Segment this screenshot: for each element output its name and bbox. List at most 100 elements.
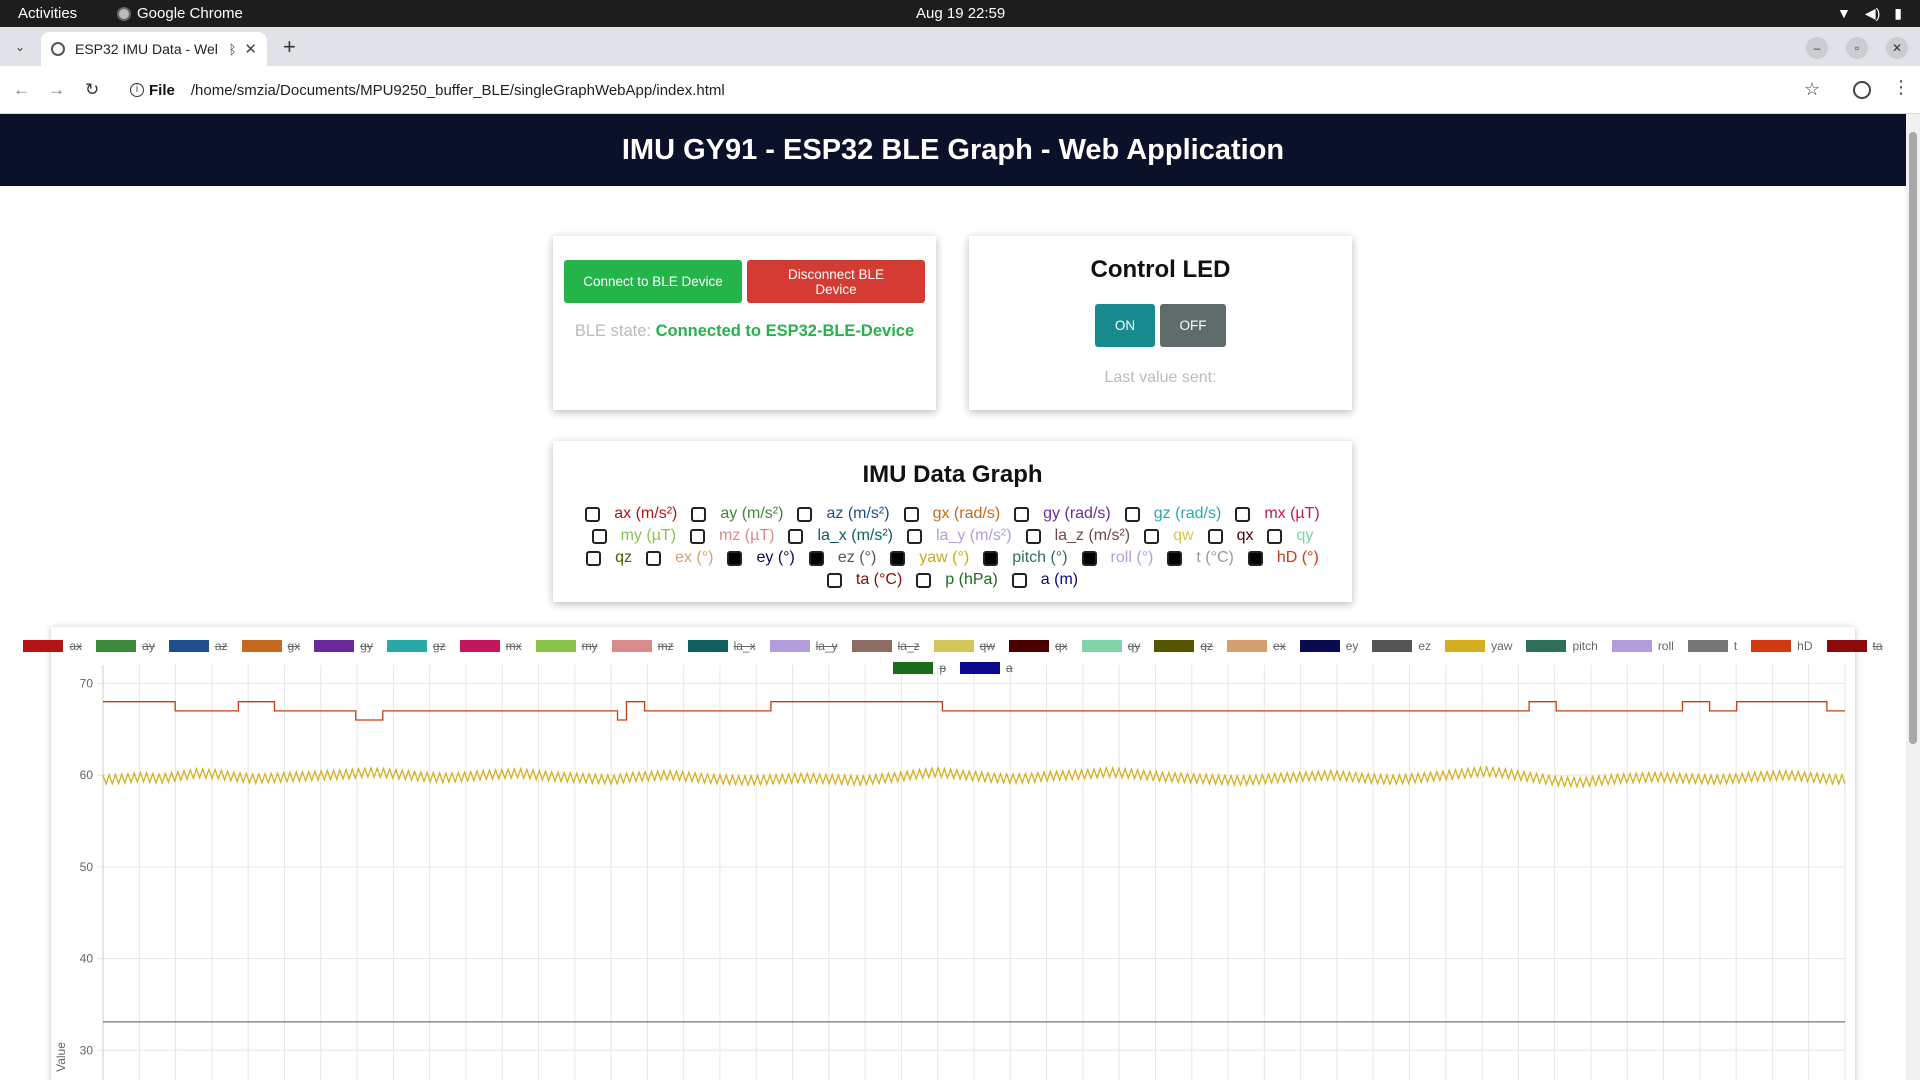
app-menu[interactable]: Google Chrome (117, 5, 243, 22)
scrollbar-thumb[interactable] (1909, 132, 1917, 744)
checkbox[interactable] (690, 528, 706, 544)
legend-item[interactable]: gz (386, 639, 446, 653)
activities-button[interactable]: Activities (18, 5, 77, 22)
series-toggle[interactable]: qx (1207, 525, 1253, 547)
legend-item[interactable]: la_x (687, 639, 756, 653)
legend-item[interactable]: az (168, 639, 228, 653)
series-toggle[interactable]: mx (µT) (1235, 503, 1320, 525)
kebab-menu-icon[interactable]: ⋮ (1892, 77, 1910, 98)
checkbox[interactable] (907, 528, 922, 544)
checkbox[interactable] (1011, 572, 1027, 588)
tab-search-chevron-down-icon[interactable]: ⌄ (9, 36, 31, 58)
checkbox[interactable] (1025, 528, 1041, 544)
legend-item[interactable]: t (1687, 639, 1737, 653)
series-toggle[interactable]: gy (rad/s) (1014, 503, 1111, 525)
legend-item[interactable]: roll (1611, 639, 1674, 653)
checkbox[interactable] (808, 550, 824, 566)
led-on-button[interactable]: ON (1095, 304, 1155, 347)
new-tab-icon[interactable]: + (283, 34, 296, 60)
series-toggle[interactable]: az (m/s²) (797, 503, 890, 525)
checkbox[interactable] (591, 528, 607, 544)
checkbox[interactable] (1144, 528, 1160, 544)
checkbox[interactable] (1167, 550, 1183, 566)
back-icon[interactable]: ← (13, 80, 30, 100)
checkbox[interactable] (585, 506, 601, 522)
legend-item[interactable]: mz (611, 639, 674, 653)
checkbox[interactable] (983, 550, 999, 566)
close-window-icon[interactable]: ✕ (1886, 37, 1908, 59)
legend-item[interactable]: my (535, 639, 598, 653)
info-icon[interactable]: i (130, 83, 144, 97)
checkbox[interactable] (691, 506, 707, 522)
checkbox[interactable] (1207, 528, 1223, 544)
checkbox[interactable] (646, 550, 662, 566)
legend-item[interactable]: hD (1751, 639, 1813, 653)
series-toggle[interactable]: pitch (°) (983, 547, 1068, 569)
close-tab-icon[interactable]: ✕ (244, 40, 257, 58)
series-toggle[interactable]: ex (°) (646, 547, 713, 569)
checkbox[interactable] (826, 572, 842, 588)
address-bar[interactable]: i File /home/smzia/Documents/MPU9250_buf… (122, 74, 1822, 106)
series-toggle[interactable]: ta (°C) (826, 569, 902, 591)
series-toggle[interactable]: qz (586, 547, 632, 569)
checkbox[interactable] (890, 550, 906, 566)
checkbox[interactable] (903, 506, 919, 522)
checkbox[interactable] (1235, 506, 1251, 522)
legend-item[interactable]: ay (96, 639, 155, 653)
legend-item[interactable]: qy (1081, 639, 1140, 653)
checkbox[interactable] (1081, 550, 1097, 566)
legend-item[interactable]: gx (241, 639, 300, 653)
series-toggle[interactable]: gx (rad/s) (903, 503, 1000, 525)
legend-item[interactable]: ax (23, 639, 82, 653)
checkbox[interactable] (1124, 506, 1140, 522)
legend-item[interactable]: pitch (1526, 639, 1598, 653)
legend-item[interactable]: a (960, 661, 1013, 675)
series-toggle[interactable]: la_y (m/s²) (907, 525, 1012, 547)
checkbox[interactable] (727, 550, 743, 566)
legend-item[interactable]: ex (1227, 639, 1286, 653)
series-toggle[interactable]: qw (1144, 525, 1194, 547)
connect-ble-button[interactable]: Connect to BLE Device (564, 260, 742, 303)
series-toggle[interactable]: qy (1267, 525, 1313, 547)
page-scrollbar[interactable] (1906, 114, 1920, 1080)
system-status-area[interactable]: ▼ ◀) ▮ (1837, 5, 1902, 22)
checkbox[interactable] (797, 506, 813, 522)
series-toggle[interactable]: la_z (m/s²) (1025, 525, 1130, 547)
legend-item[interactable]: gy (314, 639, 373, 653)
series-toggle[interactable]: ax (m/s²) (585, 503, 677, 525)
led-off-button[interactable]: OFF (1160, 304, 1226, 347)
series-toggle[interactable]: my (µT) (591, 525, 676, 547)
url-text[interactable]: /home/smzia/Documents/MPU9250_buffer_BLE… (191, 82, 725, 99)
series-toggle[interactable]: a (m) (1011, 569, 1078, 591)
legend-item[interactable]: qw (933, 639, 995, 653)
series-toggle[interactable]: gz (rad/s) (1124, 503, 1221, 525)
legend-item[interactable]: qx (1008, 639, 1068, 653)
series-toggle[interactable]: mz (µT) (690, 525, 774, 547)
restore-icon[interactable]: ▫ (1846, 37, 1868, 59)
legend-item[interactable]: la_z (851, 639, 920, 653)
reload-icon[interactable]: ↻ (85, 80, 99, 100)
checkbox[interactable] (586, 550, 602, 566)
minimize-icon[interactable]: – (1806, 37, 1828, 59)
legend-item[interactable]: ez (1372, 639, 1431, 653)
legend-item[interactable]: mx (459, 639, 522, 653)
series-toggle[interactable]: roll (°) (1081, 547, 1153, 569)
checkbox[interactable] (1267, 528, 1283, 544)
series-toggle[interactable]: ez (°) (808, 547, 876, 569)
series-toggle[interactable]: p (hPa) (916, 569, 998, 591)
legend-item[interactable]: ey (1299, 639, 1358, 653)
legend-item[interactable]: la_y (769, 639, 838, 653)
disconnect-ble-button[interactable]: Disconnect BLE Device (747, 260, 925, 303)
series-toggle[interactable]: ey (°) (727, 547, 795, 569)
legend-item[interactable]: ta (1826, 639, 1883, 653)
checkbox[interactable] (1014, 506, 1030, 522)
bookmark-star-icon[interactable]: ☆ (1804, 79, 1820, 100)
legend-item[interactable]: qz (1154, 639, 1213, 653)
series-toggle[interactable]: hD (°) (1247, 547, 1319, 569)
checkbox[interactable] (788, 528, 804, 544)
series-toggle[interactable]: yaw (°) (890, 547, 969, 569)
legend-item[interactable]: yaw (1445, 639, 1512, 653)
forward-icon[interactable]: → (48, 80, 65, 100)
browser-tab[interactable]: ESP32 IMU Data - Wel ᛒ ✕ (41, 32, 267, 66)
clock[interactable]: Aug 19 22:59 (916, 5, 1005, 22)
